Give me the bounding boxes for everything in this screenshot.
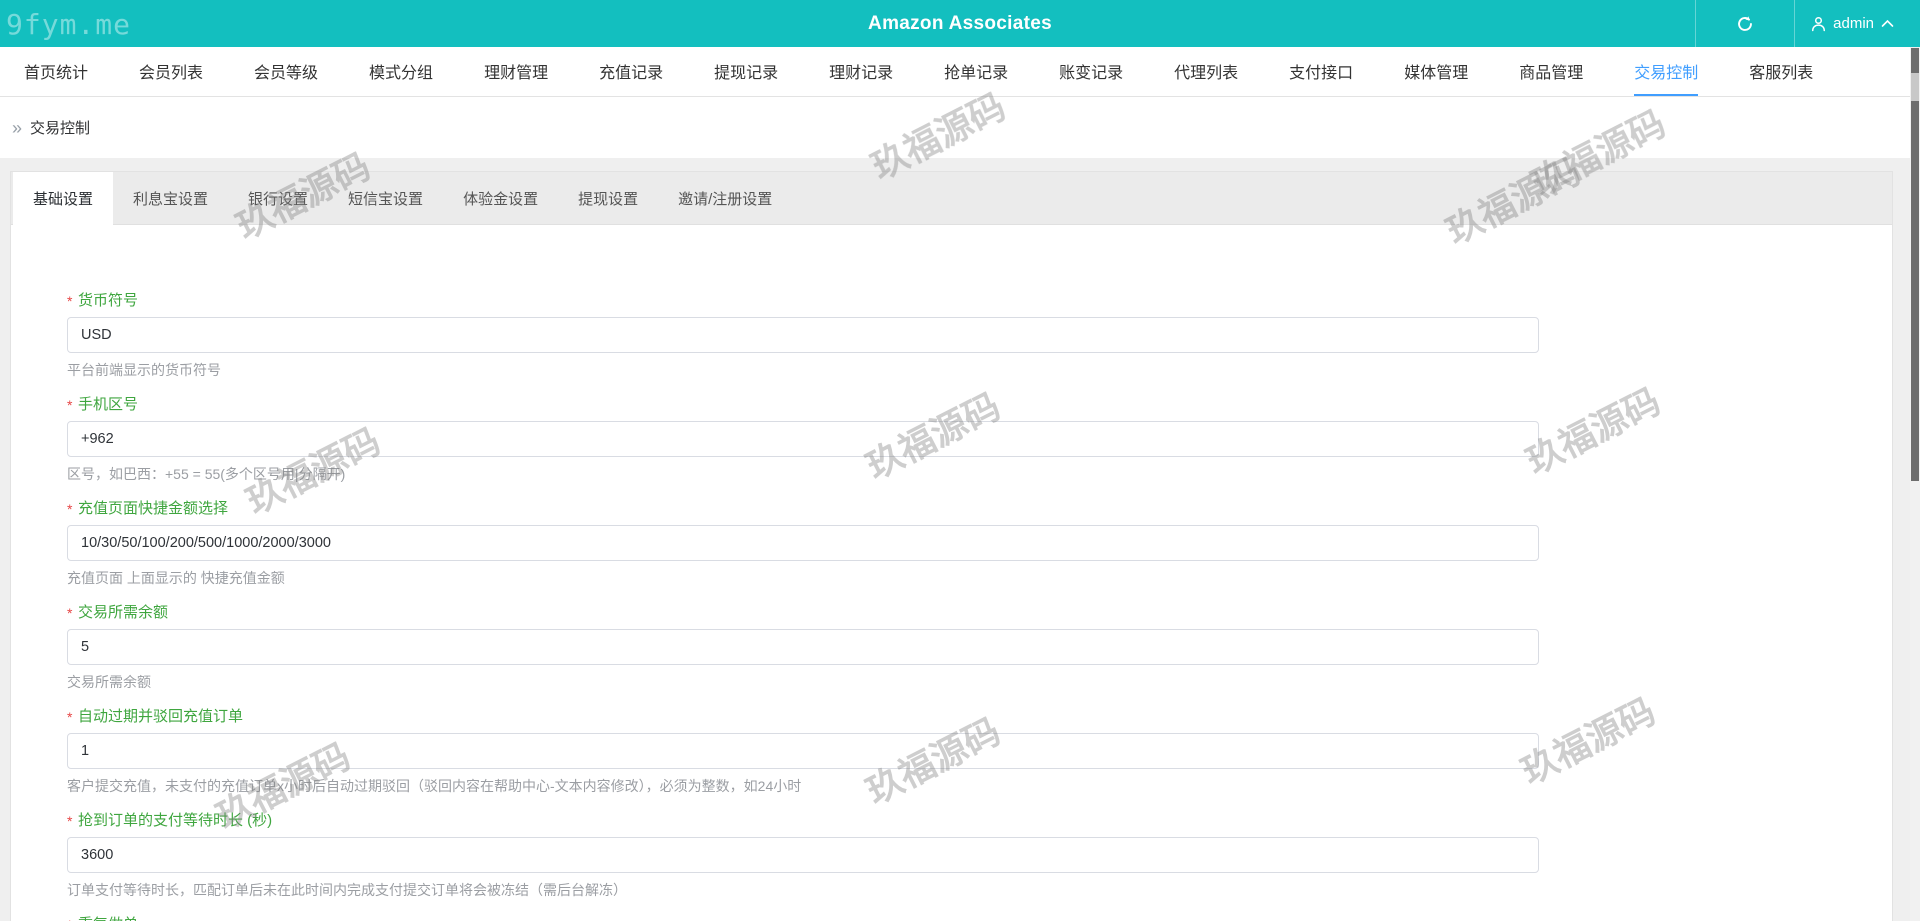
breadcrumb: » 交易控制 bbox=[0, 97, 1920, 158]
nav-item-grab-record[interactable]: 抢单记录 bbox=[944, 47, 1008, 96]
nav-item-finance-record[interactable]: 理财记录 bbox=[829, 47, 893, 96]
field-quick-amounts: * 充值页面快捷金额选择 充值页面 上面显示的 快捷充值金额 bbox=[67, 499, 1892, 588]
field-help: 平台前端显示的货币符号 bbox=[67, 362, 221, 378]
tab-withdraw-settings[interactable]: 提现设置 bbox=[558, 172, 658, 224]
settings-tabs: 基础设置 利息宝设置 银行设置 短信宝设置 体验金设置 提现设置 邀请/注册设置 bbox=[11, 172, 1892, 225]
user-menu[interactable]: admin bbox=[1795, 0, 1912, 47]
vertical-scrollbar[interactable] bbox=[1910, 47, 1920, 921]
tab-bank-settings[interactable]: 银行设置 bbox=[228, 172, 328, 224]
tab-interest-settings[interactable]: 利息宝设置 bbox=[113, 172, 228, 224]
field-label: 抢到订单的支付等待时长 (秒) bbox=[78, 812, 273, 829]
required-asterisk: * bbox=[67, 709, 73, 725]
field-required-balance: * 交易所需余额 交易所需余额 bbox=[67, 603, 1892, 692]
page-area: 基础设置 利息宝设置 银行设置 短信宝设置 体验金设置 提现设置 邀请/注册设置… bbox=[0, 145, 1920, 921]
header-actions: admin bbox=[1695, 0, 1912, 47]
required-asterisk: * bbox=[67, 293, 73, 309]
tab-trial-fund-settings[interactable]: 体验金设置 bbox=[443, 172, 558, 224]
nav-item-finance-manage[interactable]: 理财管理 bbox=[484, 47, 548, 96]
field-label: 重复做单 bbox=[78, 916, 138, 921]
field-label: 自动过期并驳回充值订单 bbox=[78, 708, 244, 725]
required-asterisk: * bbox=[67, 605, 73, 621]
required-asterisk: * bbox=[67, 397, 73, 413]
breadcrumb-caret-icon: » bbox=[12, 117, 23, 138]
username-label: admin bbox=[1833, 15, 1874, 32]
nav-item-payment-api[interactable]: 支付接口 bbox=[1289, 47, 1353, 96]
nav-item-withdraw-record[interactable]: 提现记录 bbox=[714, 47, 778, 96]
app-header: 9fym.me Amazon Associates admin bbox=[0, 0, 1920, 47]
refresh-icon bbox=[1736, 15, 1754, 33]
auto-expire-orders-input[interactable] bbox=[67, 733, 1539, 769]
person-icon bbox=[1811, 16, 1826, 32]
nav-item-agent-list[interactable]: 代理列表 bbox=[1174, 47, 1238, 96]
field-label: 交易所需余额 bbox=[78, 604, 169, 621]
phone-area-code-input[interactable] bbox=[67, 421, 1539, 457]
quick-amounts-input[interactable] bbox=[67, 525, 1539, 561]
nav-item-member-level[interactable]: 会员等级 bbox=[254, 47, 318, 96]
field-label: 充值页面快捷金额选择 bbox=[78, 500, 229, 517]
field-auto-expire-orders: * 自动过期并驳回充值订单 客户提交充值，未支付的充值订单x小时后自动过期驳回（… bbox=[67, 707, 1892, 796]
field-help: 订单支付等待时长，匹配订单后未在此时间内完成支付提交订单将会被冻结（需后台解冻） bbox=[67, 882, 627, 898]
nav-item-mode-group[interactable]: 模式分组 bbox=[369, 47, 433, 96]
field-help: 交易所需余额 bbox=[67, 674, 151, 690]
required-balance-input[interactable] bbox=[67, 629, 1539, 665]
main-nav: 首页统计 会员列表 会员等级 模式分组 理财管理 充值记录 提现记录 理财记录 … bbox=[0, 47, 1920, 97]
nav-item-home-stats[interactable]: 首页统计 bbox=[24, 47, 88, 96]
basic-settings-form: * 货币符号 平台前端显示的货币符号 * 手机区号 区号，如巴西：+55 = 5… bbox=[11, 225, 1892, 921]
field-currency-symbol: * 货币符号 平台前端显示的货币符号 bbox=[67, 291, 1892, 380]
nav-item-product-manage[interactable]: 商品管理 bbox=[1519, 47, 1583, 96]
breadcrumb-label: 交易控制 bbox=[30, 120, 91, 137]
refresh-button[interactable] bbox=[1696, 0, 1794, 47]
scrollbar-thumb[interactable] bbox=[1911, 101, 1919, 481]
scrollbar-segment[interactable] bbox=[1911, 48, 1919, 73]
nav-item-account-change[interactable]: 账变记录 bbox=[1059, 47, 1123, 96]
field-help: 客户提交充值，未支付的充值订单x小时后自动过期驳回（驳回内容在帮助中心-文本内容… bbox=[67, 778, 802, 794]
settings-card: 基础设置 利息宝设置 银行设置 短信宝设置 体验金设置 提现设置 邀请/注册设置… bbox=[10, 171, 1893, 921]
field-help: 充值页面 上面显示的 快捷充值金额 bbox=[67, 570, 285, 586]
nav-item-trade-control[interactable]: 交易控制 bbox=[1634, 47, 1699, 96]
tab-invite-register-settings[interactable]: 邀请/注册设置 bbox=[658, 172, 792, 224]
payment-wait-seconds-input[interactable] bbox=[67, 837, 1539, 873]
field-label: 手机区号 bbox=[78, 396, 139, 413]
required-asterisk: * bbox=[67, 813, 73, 829]
nav-item-recharge-record[interactable]: 充值记录 bbox=[599, 47, 663, 96]
tab-basic-settings[interactable]: 基础设置 bbox=[13, 172, 114, 225]
tab-sms-settings[interactable]: 短信宝设置 bbox=[328, 172, 443, 224]
scrollbar-track-gap bbox=[1911, 73, 1919, 101]
nav-item-member-list[interactable]: 会员列表 bbox=[139, 47, 203, 96]
field-repeat-order: * 重复做单 bbox=[67, 915, 1892, 921]
currency-symbol-input[interactable] bbox=[67, 317, 1539, 353]
chevron-up-icon bbox=[1881, 19, 1894, 28]
field-help: 区号，如巴西：+55 = 55(多个区号用|分隔开) bbox=[67, 466, 346, 482]
app-title: Amazon Associates bbox=[868, 12, 1052, 34]
field-phone-area-code: * 手机区号 区号，如巴西：+55 = 55(多个区号用|分隔开) bbox=[67, 395, 1892, 484]
nav-item-service-list[interactable]: 客服列表 bbox=[1749, 47, 1813, 96]
required-asterisk: * bbox=[67, 501, 73, 517]
field-payment-wait-seconds: * 抢到订单的支付等待时长 (秒) 订单支付等待时长，匹配订单后未在此时间内完成… bbox=[67, 811, 1892, 900]
required-asterisk: * bbox=[67, 915, 72, 921]
field-label: 货币符号 bbox=[78, 292, 139, 309]
nav-item-media-manage[interactable]: 媒体管理 bbox=[1404, 47, 1468, 96]
